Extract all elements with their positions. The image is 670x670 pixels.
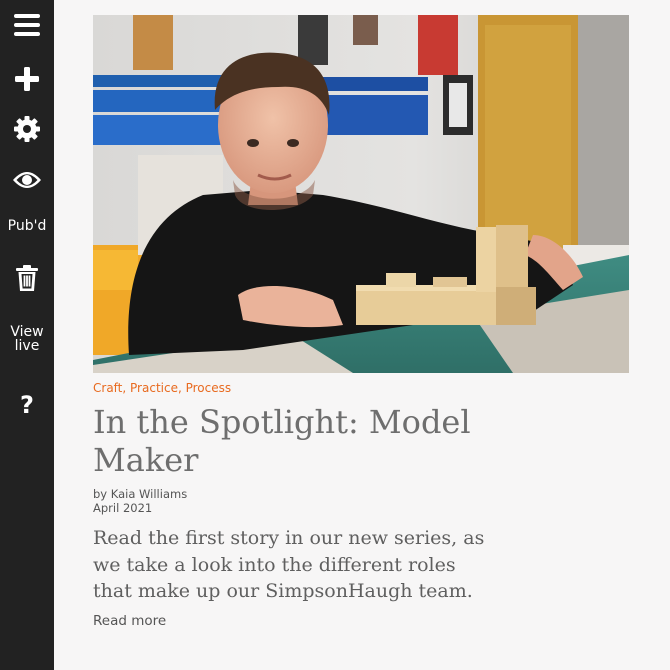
trash-icon [16, 265, 38, 291]
published-label: Pub'd [7, 218, 47, 234]
post-byline: by Kaia Williams April 2021 [93, 487, 187, 515]
category-link-craft[interactable]: Craft [93, 381, 122, 395]
view-live-link[interactable]: View live [0, 322, 54, 356]
help-button[interactable]: ? [0, 390, 54, 420]
category-separator: , [177, 381, 186, 395]
view-live-line1: View [10, 324, 44, 340]
published-toggle[interactable]: Pub'd [0, 216, 54, 236]
category-separator: , [122, 381, 131, 395]
menu-button[interactable] [0, 8, 54, 42]
featured-image[interactable] [93, 15, 629, 373]
gear-icon [14, 116, 40, 142]
help-icon: ? [20, 391, 34, 419]
settings-button[interactable] [0, 112, 54, 146]
eye-icon [13, 172, 41, 188]
category-link-process[interactable]: Process [186, 381, 232, 395]
plus-icon [15, 67, 39, 91]
read-more-link[interactable]: Read more [93, 613, 166, 629]
post-title[interactable]: In the Spotlight: Model Maker [93, 403, 513, 479]
admin-sidebar: Pub'd View live ? [0, 0, 54, 670]
photo-model-maker [93, 15, 629, 373]
preview-button[interactable] [0, 163, 54, 197]
category-link-practice[interactable]: Practice [130, 381, 178, 395]
view-live-line2: live [14, 338, 40, 354]
post-author: by Kaia Williams [93, 487, 188, 501]
menu-icon [14, 14, 40, 36]
post-date: April 2021 [93, 501, 153, 515]
post-excerpt: Read the first story in our new series, … [93, 527, 485, 602]
delete-button[interactable] [0, 262, 54, 294]
add-button[interactable] [0, 62, 54, 96]
post-categories: Craft, Practice, Process [93, 381, 231, 395]
